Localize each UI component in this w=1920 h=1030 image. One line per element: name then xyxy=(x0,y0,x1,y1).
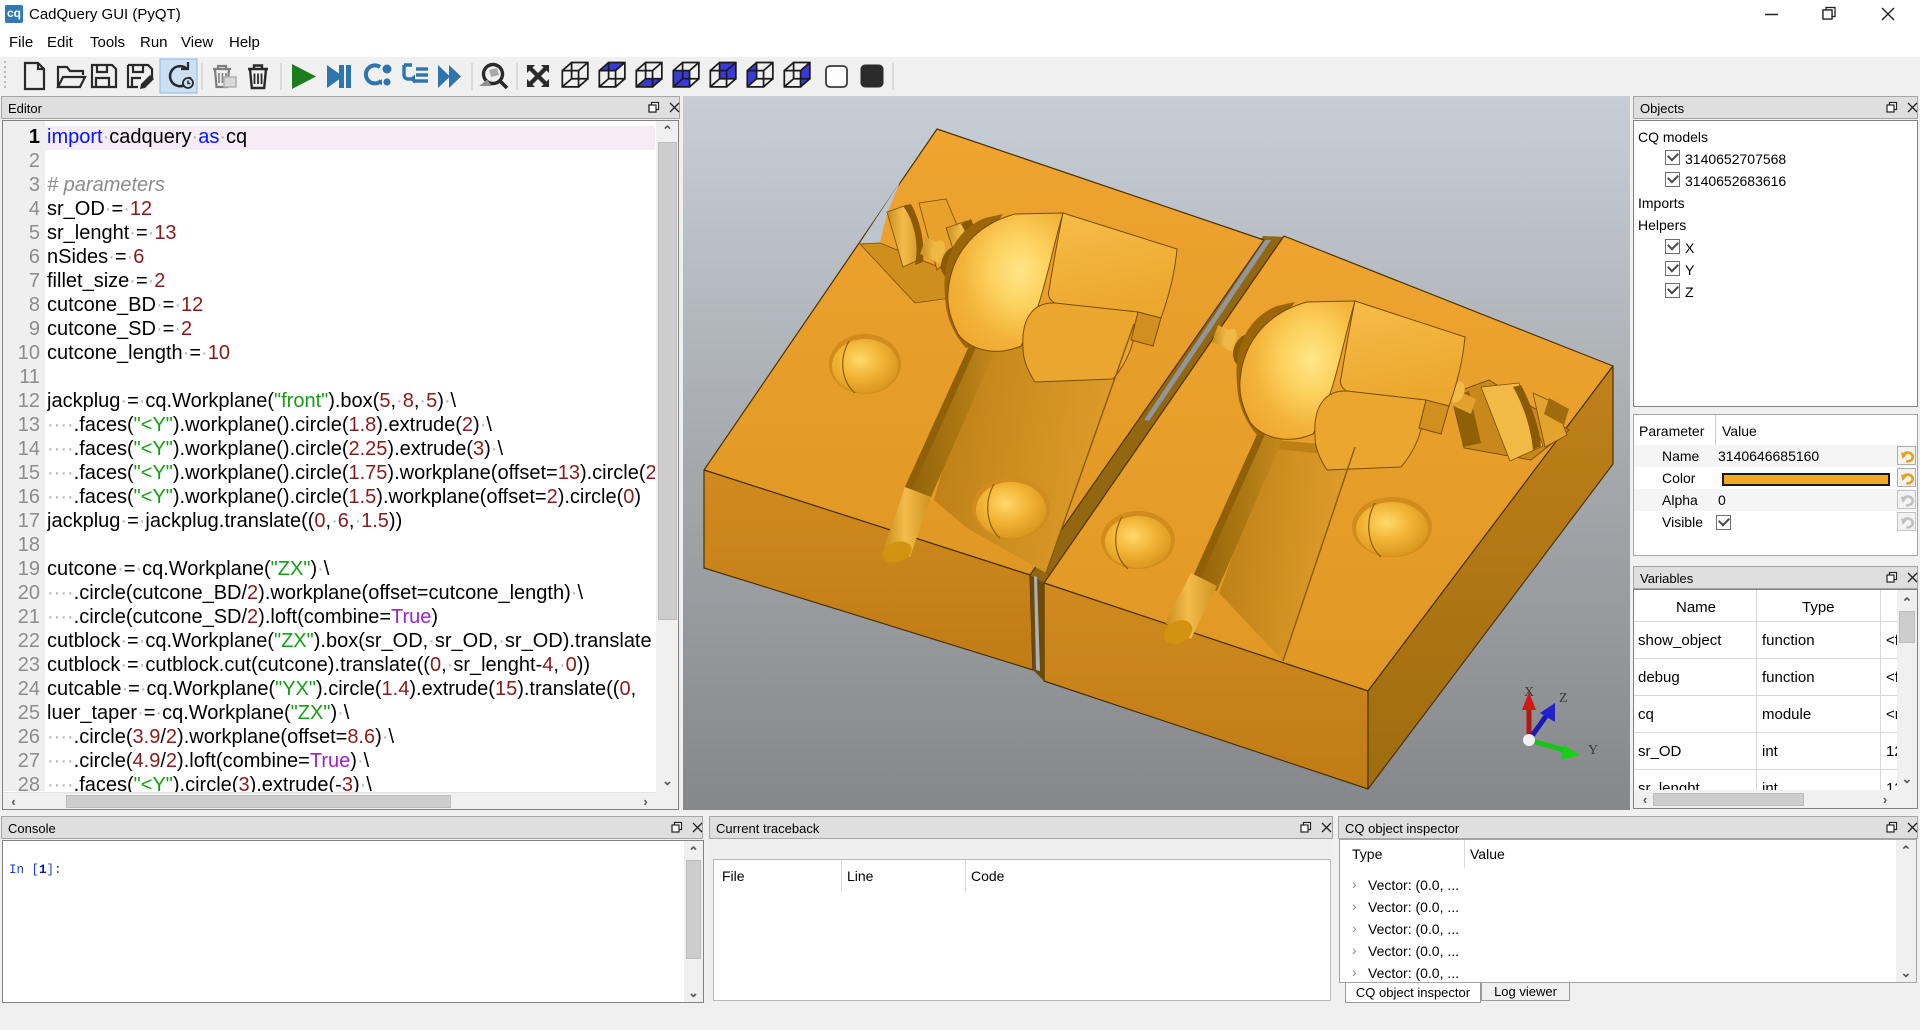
svg-text:X: X xyxy=(1524,685,1534,700)
svg-text:Z: Z xyxy=(1559,691,1568,706)
svg-text:Y: Y xyxy=(1588,743,1598,758)
